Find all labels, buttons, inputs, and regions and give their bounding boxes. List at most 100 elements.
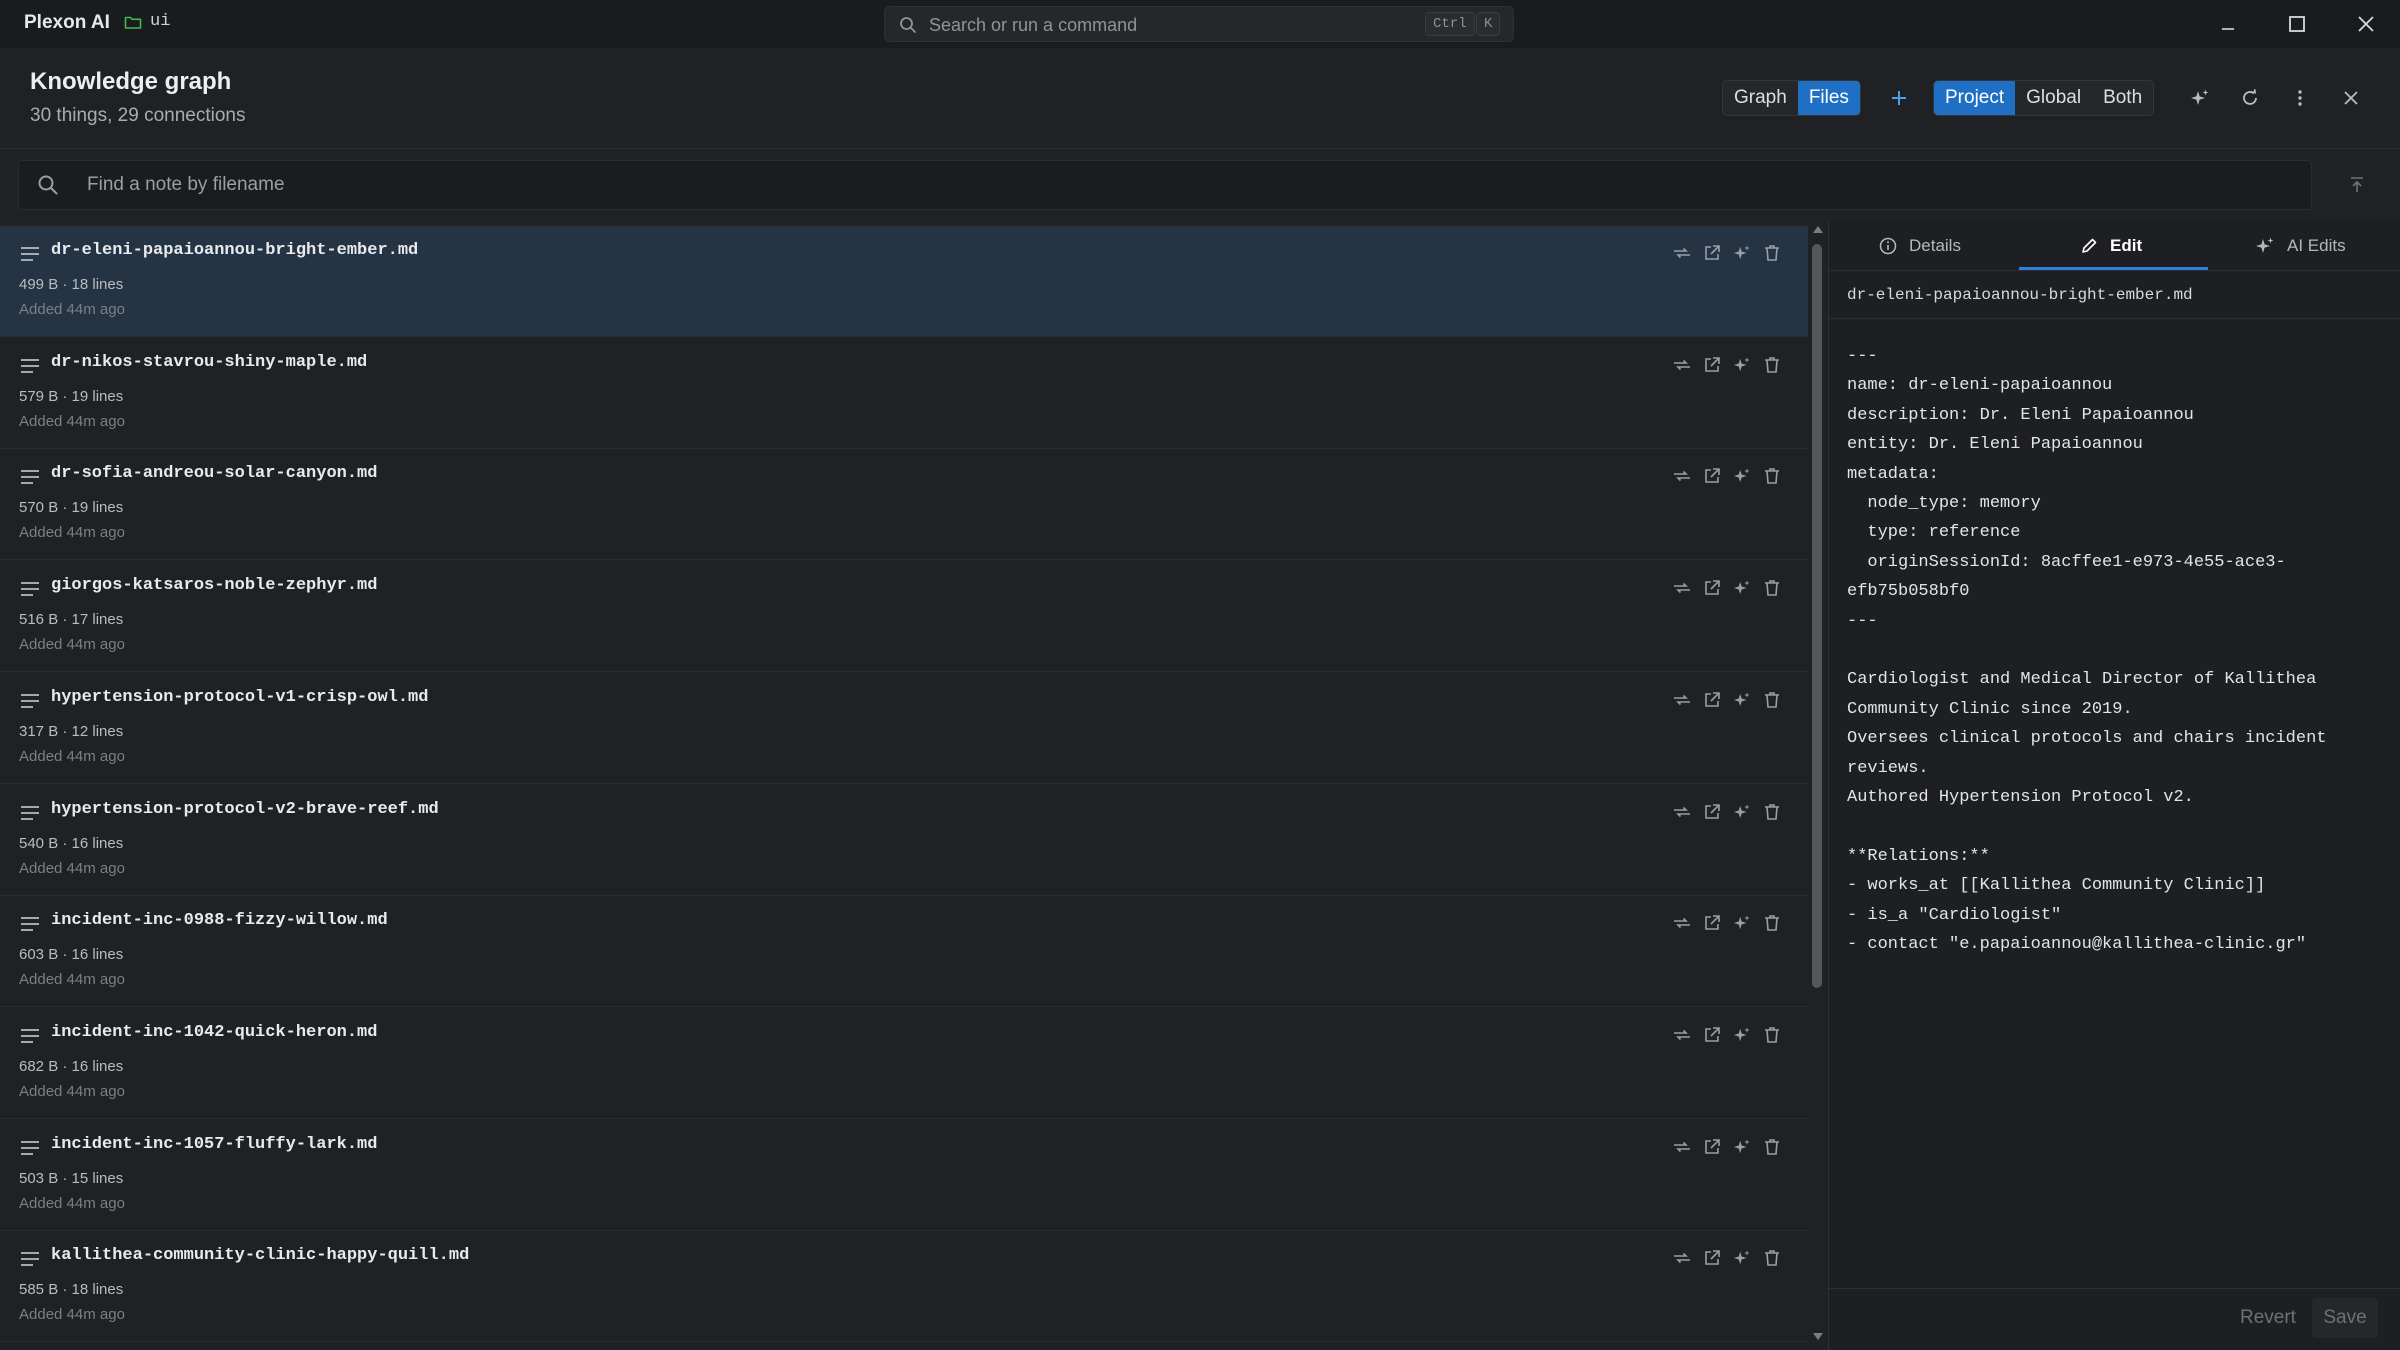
tab-edit[interactable]: Edit [2080, 222, 2142, 270]
delete-button[interactable] [1762, 1137, 1782, 1157]
refresh-button[interactable] [2236, 84, 2264, 112]
link-button[interactable] [1672, 355, 1692, 375]
scroll-up-arrow-icon[interactable] [1812, 224, 1824, 234]
file-name: incident-inc-1042-quick-heron.md [51, 1022, 378, 1042]
ai-edit-button[interactable] [1732, 355, 1752, 375]
open-external-button[interactable] [1702, 243, 1722, 263]
open-external-button[interactable] [1702, 802, 1722, 822]
maximize-button[interactable] [2282, 10, 2312, 38]
open-external-button[interactable] [1702, 1025, 1722, 1045]
delete-button[interactable] [1762, 243, 1782, 263]
file-actions [1672, 1248, 1782, 1268]
delete-button[interactable] [1762, 355, 1782, 375]
file-row[interactable]: incident-inc-1057-fluffy-lark.md 503 B ·… [0, 1120, 1808, 1231]
file-row[interactable]: dr-nikos-stavrou-shiny-maple.md 579 B · … [0, 338, 1808, 449]
document-lines-icon [20, 469, 40, 485]
file-row[interactable]: hypertension-protocol-v1-crisp-owl.md 31… [0, 673, 1808, 784]
revert-button[interactable]: Revert [2240, 1307, 2296, 1329]
ai-edit-button[interactable] [1732, 578, 1752, 598]
file-meta: 317 B · 12 lines [19, 722, 124, 740]
link-button[interactable] [1672, 1248, 1692, 1268]
tab-details[interactable]: Details [1879, 222, 1961, 270]
ai-edit-button[interactable] [1732, 913, 1752, 933]
plus-icon [1890, 89, 1908, 107]
tab-details-label: Details [1909, 236, 1961, 255]
ai-edit-button[interactable] [1732, 1137, 1752, 1157]
global-scope-button[interactable]: Global [2015, 81, 2092, 115]
graph-view-button[interactable]: Graph [1723, 81, 1798, 115]
open-external-button[interactable] [1702, 1137, 1722, 1157]
files-view-button[interactable]: Files [1797, 81, 1860, 115]
folder-label: ui [150, 12, 171, 31]
app-name: Plexon AI [24, 12, 110, 33]
save-button[interactable]: Save [2312, 1298, 2378, 1338]
file-actions [1672, 243, 1782, 263]
collapse-icon [2349, 176, 2365, 194]
minimize-icon [2220, 16, 2236, 32]
delete-button[interactable] [1762, 1248, 1782, 1268]
open-external-button[interactable] [1702, 466, 1722, 486]
project-scope-button[interactable]: Project [1934, 81, 2016, 115]
link-button[interactable] [1672, 466, 1692, 486]
command-search[interactable]: Search or run a command Ctrl K [884, 6, 1514, 42]
file-row[interactable]: dr-eleni-papaioannou-bright-ember.md 499… [0, 226, 1808, 337]
ai-edit-button[interactable] [1732, 1248, 1752, 1268]
ai-edit-button[interactable] [1732, 802, 1752, 822]
shortcut-ctrl-key: Ctrl [1425, 12, 1475, 36]
file-added: Added 44m ago [19, 301, 125, 318]
more-options-button[interactable] [2286, 84, 2314, 112]
ai-edit-button[interactable] [1732, 690, 1752, 710]
file-actions [1672, 466, 1782, 486]
file-row[interactable]: kallithea-community-clinic-happy-quill.m… [0, 1231, 1808, 1343]
file-row[interactable]: dr-sofia-andreou-solar-canyon.md 570 B ·… [0, 449, 1808, 561]
tab-ai-edits[interactable]: AI Edits [2255, 222, 2346, 270]
close-panel-button[interactable] [2337, 84, 2365, 112]
shortcut-k-key: K [1476, 12, 1501, 36]
delete-button[interactable] [1762, 578, 1782, 598]
note-search-input[interactable] [87, 172, 1287, 198]
link-button[interactable] [1672, 1137, 1692, 1157]
file-actions [1672, 1137, 1782, 1157]
open-external-button[interactable] [1702, 355, 1722, 375]
sparkle-icon [2255, 236, 2275, 256]
note-editor[interactable]: --- name: dr-eleni-papaioannou descripti… [1847, 342, 2387, 960]
link-button[interactable] [1672, 578, 1692, 598]
ai-edit-button[interactable] [1732, 466, 1752, 486]
scroll-down-arrow-icon[interactable] [1812, 1332, 1824, 1342]
open-external-button[interactable] [1702, 690, 1722, 710]
file-row[interactable]: incident-inc-1042-quick-heron.md 682 B ·… [0, 1008, 1808, 1119]
ai-edit-button[interactable] [1732, 243, 1752, 263]
close-window-button[interactable] [2351, 10, 2381, 38]
project-folder[interactable]: ui [124, 12, 170, 31]
open-external-button[interactable] [1702, 1248, 1722, 1268]
open-external-button[interactable] [1702, 913, 1722, 933]
delete-button[interactable] [1762, 1025, 1782, 1045]
file-list-scrollbar[interactable] [1808, 222, 1826, 1350]
both-scope-button[interactable]: Both [2092, 81, 2153, 115]
open-external-button[interactable] [1702, 578, 1722, 598]
link-button[interactable] [1672, 802, 1692, 822]
delete-button[interactable] [1762, 466, 1782, 486]
link-button[interactable] [1672, 690, 1692, 710]
file-row[interactable]: giorgos-katsaros-noble-zephyr.md 516 B ·… [0, 561, 1808, 673]
add-note-button[interactable] [1885, 84, 1913, 112]
link-button[interactable] [1672, 913, 1692, 933]
ai-assist-button[interactable] [2186, 84, 2214, 112]
search-icon [37, 174, 59, 196]
link-button[interactable] [1672, 243, 1692, 263]
file-row[interactable]: hypertension-protocol-v2-brave-reef.md 5… [0, 785, 1808, 896]
link-button[interactable] [1672, 1025, 1692, 1045]
delete-button[interactable] [1762, 802, 1782, 822]
file-actions [1672, 355, 1782, 375]
minimize-button[interactable] [2213, 10, 2243, 38]
note-search[interactable] [18, 160, 2312, 210]
scrollbar-thumb[interactable] [1812, 244, 1822, 988]
scope-toggle: Project Global Both [1933, 80, 2155, 116]
file-row[interactable]: incident-inc-0988-fizzy-willow.md 603 B … [0, 896, 1808, 1008]
file-name: hypertension-protocol-v1-crisp-owl.md [51, 687, 429, 707]
ai-edit-button[interactable] [1732, 1025, 1752, 1045]
delete-button[interactable] [1762, 913, 1782, 933]
delete-button[interactable] [1762, 690, 1782, 710]
collapse-button[interactable] [2344, 172, 2370, 198]
maximize-icon [2288, 15, 2306, 33]
